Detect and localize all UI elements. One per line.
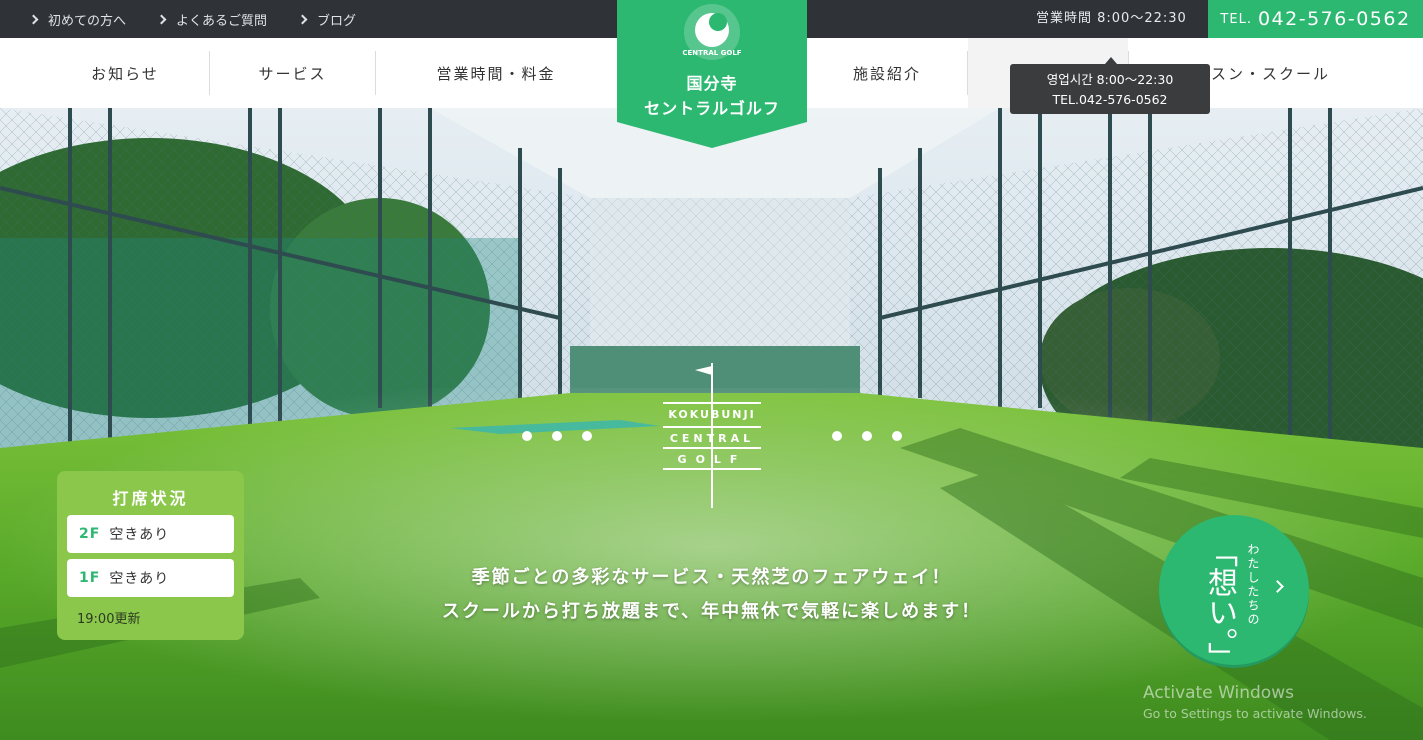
watermark-title: Activate Windows (1143, 683, 1294, 703)
floor-1f-status: 1F 空きあり (67, 559, 234, 597)
activate-windows-watermark: Activate Windows Go to Settings to activ… (1143, 683, 1367, 721)
floor-label: 2F (79, 526, 101, 542)
chevron-right-icon (28, 14, 39, 24)
first-visit-label: 初めての方へ (48, 13, 127, 29)
emblem-line-1: KOKUBUNJI (668, 408, 755, 421)
nav-hours-pricing[interactable]: 営業時間・料金 (376, 38, 616, 108)
first-visit-link[interactable]: 初めての方へ (28, 10, 127, 29)
status-updated-time: 19:00更新 (77, 612, 141, 627)
chevron-right-icon (156, 14, 167, 24)
top-links: 初めての方へ よくあるご質問 ブログ (28, 0, 388, 38)
omoi-small-text: わたしたちの (1246, 543, 1260, 627)
faq-link[interactable]: よくあるご質問 (156, 10, 268, 29)
floor-2f-status: 2F 空きあり (67, 515, 234, 553)
nav-services[interactable]: サービス (210, 38, 375, 108)
logo-badge-text: CENTRAL GOLF (682, 49, 741, 57)
chevron-right-icon (297, 14, 308, 24)
tel-number: 042-576-0562 (1257, 8, 1411, 30)
logo-line-1: 国分寺 (686, 74, 738, 93)
blog-link[interactable]: ブログ (297, 10, 357, 29)
tooltip-hours: 영업시간 8:00〜22:30 (1046, 72, 1174, 87)
hours-tooltip: 영업시간 8:00〜22:30 TEL.042-576-0562 (1010, 57, 1210, 114)
our-thoughts-button[interactable]: 「想い。」 わたしたちの (1159, 515, 1309, 672)
nav-facilities[interactable]: 施設紹介 (807, 38, 967, 108)
blog-label: ブログ (317, 13, 357, 29)
nav-news[interactable]: お知らせ (40, 38, 210, 108)
faq-label: よくあるご質問 (176, 13, 268, 29)
business-hours: 営業時間 8:00〜22:30 (1036, 11, 1187, 26)
floor-label: 1F (79, 570, 101, 586)
availability-text: 空きあり (109, 527, 170, 543)
watermark-subtitle: Go to Settings to activate Windows. (1143, 706, 1367, 721)
omoi-big-text: 「想い。」 (1202, 537, 1237, 672)
golf-balls-decoration (522, 431, 902, 441)
site-logo[interactable]: CENTRAL GOLF 国分寺 セントラルゴルフ (617, 0, 807, 148)
phone-button[interactable]: TEL. 042-576-0562 (1208, 0, 1423, 38)
flag-icon (695, 366, 712, 375)
chevron-right-icon (1271, 580, 1284, 593)
tooltip-tel: TEL.042-576-0562 (1052, 92, 1168, 107)
emblem-line-3: GOLF (678, 453, 747, 466)
tel-prefix: TEL. (1220, 11, 1252, 27)
bay-status-title: 打席状況 (112, 489, 189, 508)
bay-status-panel: 打席状況 2F 空きあり 1F 空きあり 19:00更新 (57, 471, 244, 640)
availability-text: 空きあり (109, 571, 170, 587)
logo-line-2: セントラルゴルフ (644, 99, 780, 118)
